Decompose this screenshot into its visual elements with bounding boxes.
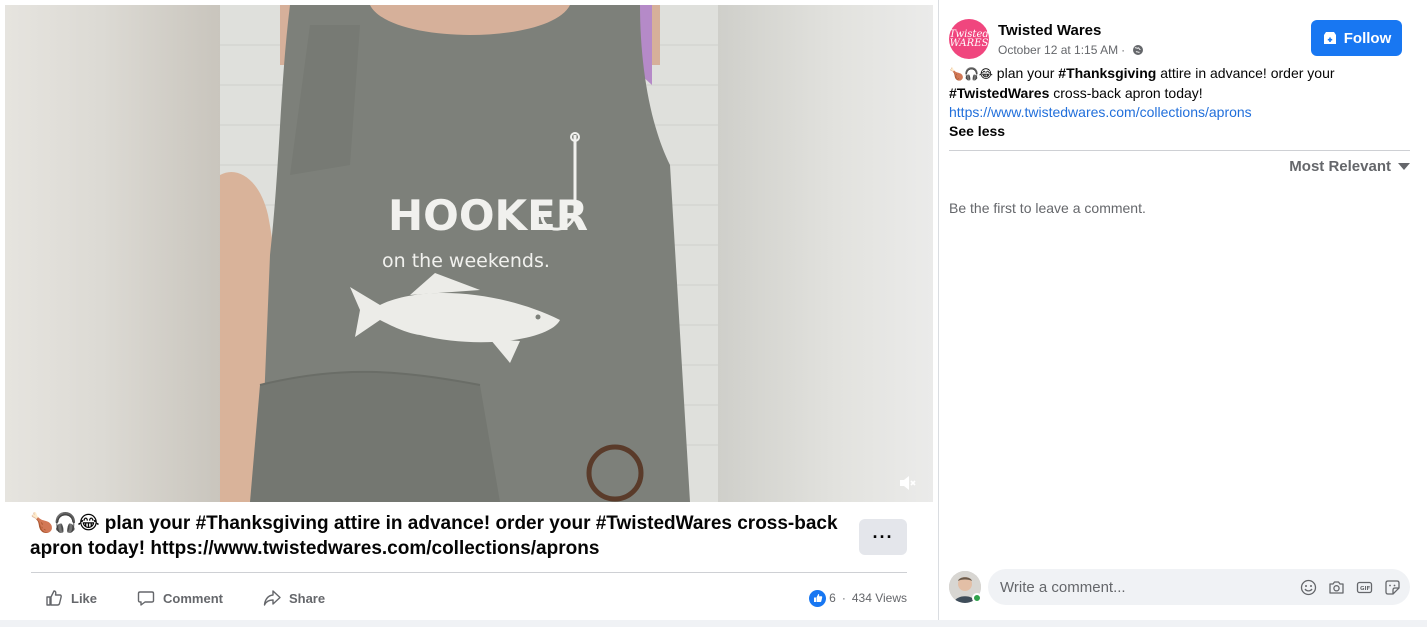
post-text-part: attire in advance! order your	[1156, 65, 1335, 81]
caption-text: plan your #Thanksgiving attire in advanc…	[30, 513, 838, 559]
divider	[949, 150, 1410, 151]
caption-emojis: 🍗🎧😂	[30, 512, 100, 534]
post-timestamp[interactable]: October 12 at 1:15 AM	[998, 43, 1118, 57]
globe-icon	[1133, 45, 1144, 55]
comment-input[interactable]	[1000, 569, 1290, 605]
comment-tools: GIF	[1290, 577, 1402, 597]
apron-subline: on the weekends.	[382, 250, 550, 272]
post-meta: October 12 at 1:15 AM ·	[998, 43, 1144, 57]
more-options-button[interactable]: ···	[859, 519, 907, 555]
video-player[interactable]: HOOKER on the weekends.	[5, 5, 933, 502]
volume-muted-icon[interactable]	[895, 471, 919, 495]
post-stats: 6 · 434 Views	[809, 587, 907, 609]
svg-text:GIF: GIF	[1360, 586, 1371, 592]
video-blur-right	[718, 5, 933, 502]
stats-separator: ·	[841, 591, 846, 605]
follow-button[interactable]: Follow	[1311, 20, 1402, 56]
empty-comments-message: Be the first to leave a comment.	[949, 200, 1146, 216]
post-link[interactable]: https://www.twistedwares.com/collections…	[949, 103, 1409, 122]
comment-sort-dropdown[interactable]: Most Relevant	[1289, 156, 1410, 176]
page-avatar[interactable]: Twisted WARES	[949, 19, 989, 59]
like-button[interactable]: Like	[31, 583, 97, 613]
post-sidebar: Twisted WARES Twisted Wares October 12 a…	[938, 0, 1427, 620]
like-label: Like	[71, 590, 98, 606]
see-less-button[interactable]: See less	[949, 122, 1409, 141]
video-blur-left	[5, 5, 220, 502]
share-arrow-icon	[263, 590, 281, 606]
follow-page-icon	[1323, 32, 1336, 44]
online-status-dot	[972, 593, 982, 603]
gif-icon[interactable]: GIF	[1354, 577, 1374, 597]
hashtag-thanksgiving[interactable]: #Thanksgiving	[1058, 65, 1156, 81]
apron-headline: HOOKER	[388, 191, 588, 240]
emoji-icon[interactable]	[1298, 577, 1318, 597]
post-caption: 🍗🎧😂 plan your #Thanksgiving attire in ad…	[30, 511, 842, 561]
hashtag-twistedwares[interactable]: #TwistedWares	[949, 85, 1049, 101]
comment-bubble-icon	[137, 591, 155, 606]
post-panel: HOOKER on the weekends. 🍗🎧😂 plan your #T…	[0, 0, 938, 627]
sort-label: Most Relevant	[1289, 157, 1391, 175]
follow-label: Follow	[1343, 29, 1392, 47]
divider	[31, 572, 907, 573]
comment-composer: GIF	[988, 569, 1410, 605]
share-label: Share	[288, 590, 326, 606]
comment-button[interactable]: Comment	[123, 583, 223, 613]
page-logo-text: Twisted WARES	[949, 29, 989, 49]
post-actions: Like Comment Share	[31, 583, 351, 613]
apron-photo: HOOKER on the weekends.	[220, 5, 718, 502]
post-text-part: cross-back apron today!	[1049, 85, 1203, 101]
post-text-emojis: 🍗🎧😂	[949, 67, 993, 81]
camera-icon[interactable]	[1326, 577, 1346, 597]
caret-down-icon	[1398, 162, 1410, 170]
reaction-count[interactable]: 6	[829, 591, 836, 605]
like-reaction-icon[interactable]	[809, 589, 827, 607]
sticker-icon[interactable]	[1382, 577, 1402, 597]
page-name-link[interactable]: Twisted Wares	[998, 22, 1101, 39]
view-count: 434 Views	[851, 591, 907, 605]
video-frame[interactable]: HOOKER on the weekends.	[220, 5, 718, 502]
comment-label: Comment	[163, 590, 223, 606]
page-background-strip	[0, 620, 1427, 627]
share-button[interactable]: Share	[249, 583, 325, 613]
post-text: 🍗🎧😂 plan your #Thanksgiving attire in ad…	[949, 64, 1409, 141]
meta-separator: ·	[1121, 43, 1126, 57]
post-text-part: plan your	[992, 65, 1059, 81]
thumbs-up-icon	[46, 590, 62, 606]
